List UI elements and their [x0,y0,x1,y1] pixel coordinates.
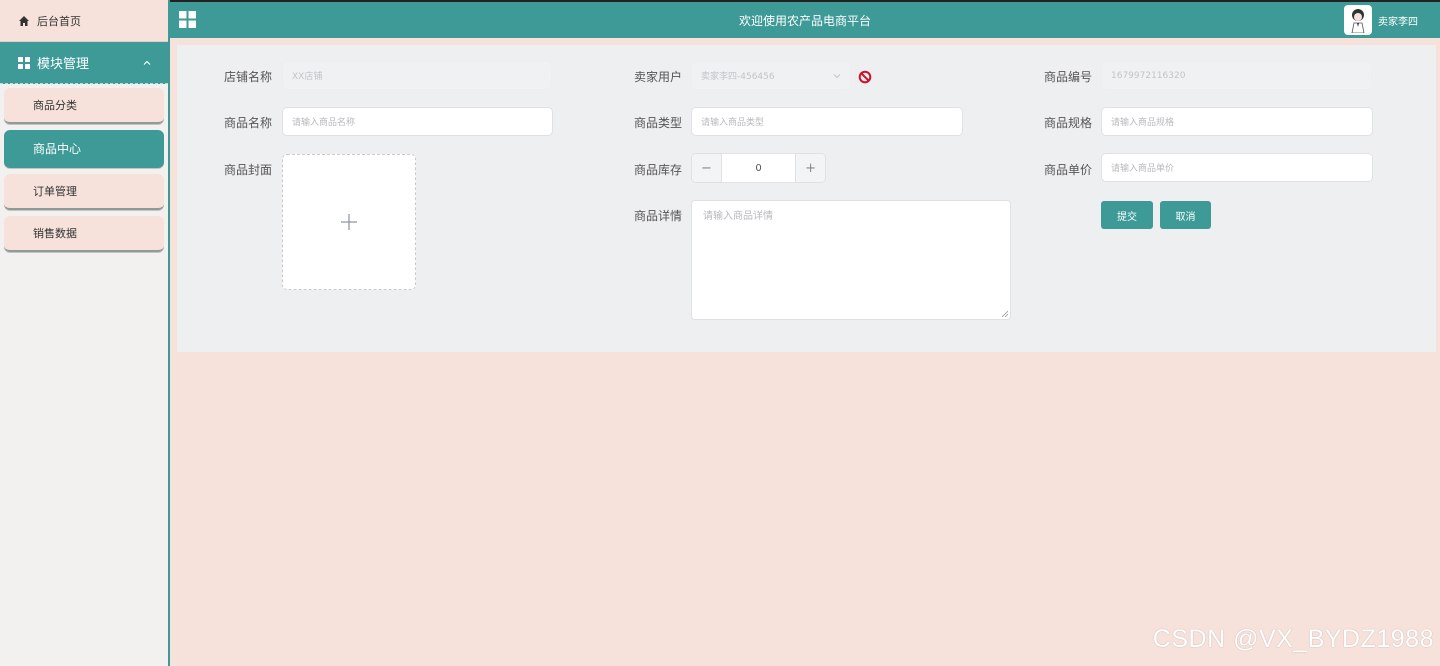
user-name: 卖家李四 [1378,16,1418,28]
stock-increase-button[interactable]: + [795,154,825,182]
submit-button[interactable]: 提交 [1101,201,1153,229]
sidebar-item-label: 销售数据 [33,227,77,240]
page-title: 欢迎使用农产品电商平台 [738,14,871,28]
stock-label: 商品库存 [633,163,682,177]
shop-name-label: 店铺名称 [223,70,272,84]
cover-label: 商品封面 [223,163,272,177]
home-icon [19,15,29,26]
seller-select[interactable]: 卖家李四-456456 [691,61,851,90]
sidebar-item-category[interactable]: 商品分类 [4,88,164,124]
plus-icon [341,214,357,230]
chevron-down-icon [833,74,841,79]
plus-icon: + [805,160,817,176]
product-no-label: 商品编号 [1043,70,1092,84]
product-spec-label: 商品规格 [1043,116,1092,130]
product-no-value: 1679972116320 [1111,70,1186,81]
product-name-label: 商品名称 [223,116,272,130]
sidebar-item-product-center[interactable]: 商品中心 [4,130,164,168]
product-name-input[interactable]: 请输入商品名称 [282,107,553,136]
sidebar-item-label: 订单管理 [33,185,77,198]
detail-textarea[interactable]: 请输入商品详情 [691,200,1011,320]
sidebar-submenu: 商品分类 商品中心 订单管理 销售数据 [0,84,168,666]
unit-price-placeholder: 请输入商品单价 [1111,164,1175,174]
seller-label: 卖家用户 [633,70,682,84]
sidebar-item-home[interactable]: 后台首页 [0,0,168,42]
sidebar-module-toggle[interactable]: 模块管理 [0,42,168,84]
sidebar-item-label: 商品分类 [33,99,77,112]
sidebar-item-orders[interactable]: 订单管理 [4,174,164,210]
sidebar-item-label: 商品中心 [33,141,82,156]
sidebar: 后台首页 模块管理 商品分类 商品中心 订单管理 销售数据 [0,0,170,666]
product-type-label: 商品类型 [633,116,682,130]
product-spec-placeholder: 请输入商品规格 [1111,118,1175,128]
watermark: CSDN @VX_BYDZ1988 [1152,625,1434,653]
product-type-placeholder: 请输入商品类型 [701,118,765,128]
top-header: 欢迎使用农产品电商平台 卖家李四 [170,0,1440,38]
detail-label: 商品详情 [633,209,682,223]
chevron-up-icon [143,60,151,65]
stock-stepper[interactable]: − 0 + [691,153,826,183]
seller-value: 卖家李四-456456 [701,72,775,82]
user-menu[interactable]: 卖家李四 [1344,5,1418,35]
product-form: 店铺名称 XX店铺 卖家用户 卖家李四-456456 商品编号 16799721… [177,45,1436,352]
shop-name-field: XX店铺 [282,61,552,90]
product-no-field: 1679972116320 [1101,61,1372,90]
unit-price-input[interactable]: 请输入商品单价 [1101,153,1373,182]
resize-grip-icon[interactable] [1001,310,1008,317]
cancel-button[interactable]: 取消 [1160,201,1211,229]
product-type-input[interactable]: 请输入商品类型 [691,107,963,136]
detail-placeholder: 请输入商品详情 [703,211,773,222]
unit-price-label: 商品单价 [1043,163,1092,177]
sidebar-item-sales[interactable]: 销售数据 [4,216,164,252]
sidebar-module-label: 模块管理 [37,57,90,72]
sidebar-home-label: 后台首页 [37,14,81,28]
minus-icon: − [700,160,712,176]
grid-icon [18,56,30,69]
cover-upload[interactable] [282,154,416,290]
not-allowed-icon [858,70,872,84]
avatar-figure-icon [1351,9,1365,33]
avatar[interactable] [1344,5,1372,35]
shop-name-value: XX店铺 [292,72,323,82]
stock-value[interactable]: 0 [722,154,795,182]
product-spec-input[interactable]: 请输入商品规格 [1101,107,1373,136]
stock-decrease-button[interactable]: − [692,154,722,182]
product-name-placeholder: 请输入商品名称 [292,118,356,128]
